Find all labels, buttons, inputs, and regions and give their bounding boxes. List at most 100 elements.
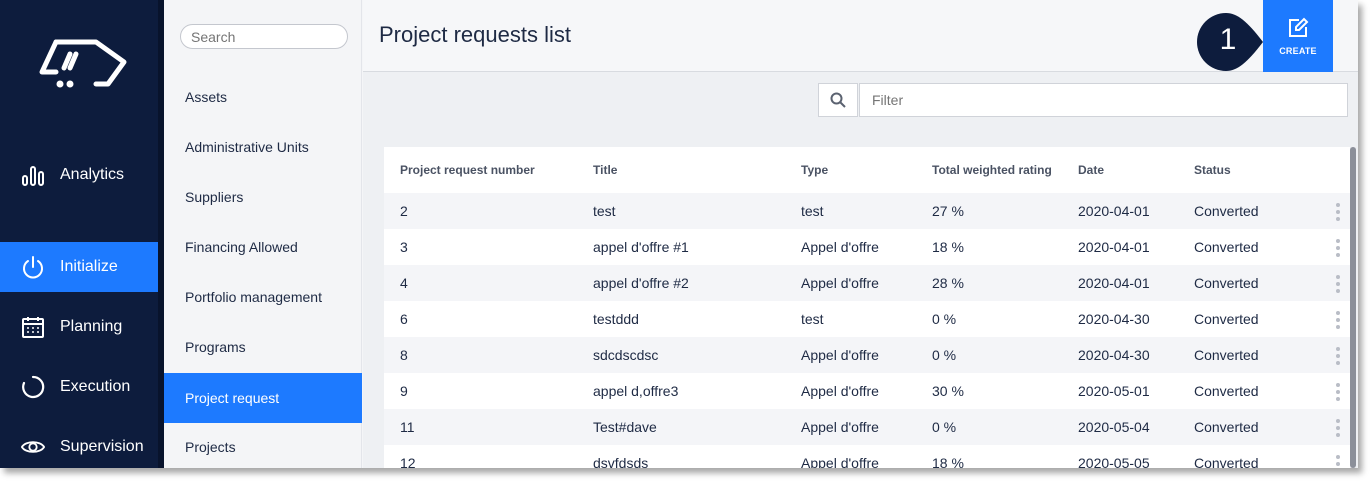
row-menu-icon[interactable] [1334,203,1342,221]
cell-date: 2020-04-01 [1078,203,1150,219]
row-menu-icon[interactable] [1334,311,1342,329]
cell-date: 2020-05-05 [1078,455,1150,468]
column-header-rating[interactable]: Total weighted rating [932,163,1052,177]
filter-search-button[interactable] [818,83,858,117]
power-icon [21,255,45,279]
cell-title: sdcdscdsc [593,347,659,363]
submenu-item-suppliers[interactable]: Suppliers [164,172,362,222]
filter-input[interactable] [859,83,1348,117]
cell-status: Converted [1194,347,1259,363]
cell-rating: 27 % [932,203,964,219]
cell-type: Appel d'offre [801,383,879,399]
table-header: Project request number Title Type Total … [384,147,1350,193]
submenu-item-project-request[interactable]: Project request [164,373,362,423]
page-header: Project requests list 1 CREATE [363,0,1358,72]
nav-item-initialize[interactable]: Initialize [0,242,158,292]
cell-number: 8 [400,347,408,363]
nav-item-supervision[interactable]: Supervision [0,422,158,468]
column-header-title[interactable]: Title [593,163,617,177]
cell-title: Test#dave [593,419,657,435]
scrollbar-thumb[interactable] [1350,147,1356,468]
cell-title: test [593,203,616,219]
cell-date: 2020-04-30 [1078,311,1150,327]
cell-number: 6 [400,311,408,327]
table-row[interactable]: 6 testddd test 0 % 2020-04-30 Converted [384,301,1350,337]
cell-date: 2020-05-04 [1078,419,1150,435]
nav-item-analytics[interactable]: Analytics [0,150,158,200]
cell-rating: 0 % [932,347,957,363]
nav-item-label: Planning [60,318,123,335]
row-menu-icon[interactable] [1334,239,1342,257]
nav-item-label: Analytics [60,166,125,183]
cell-date: 2020-04-30 [1078,347,1150,363]
table-row[interactable]: 2 test test 27 % 2020-04-01 Converted [384,193,1350,229]
calendar-icon [21,315,45,339]
table-row[interactable]: 4 appel d'offre #2 Appel d'offre 28 % 2020-0… [384,265,1350,301]
table-row[interactable]: 8 sdcdscdsc Appel d'offre 0 % 2020-04-30 Conv… [384,337,1350,373]
cell-type: Appel d'offre [801,419,879,435]
cell-date: 2020-04-01 [1078,275,1150,291]
submenu-item-portfolio-management[interactable]: Portfolio management [164,272,362,322]
nav-item-label: Execution [60,378,131,395]
cell-status: Converted [1194,203,1259,219]
main-nav: Analytics Initialize Planning Execution … [0,0,158,468]
submenu-item-programs[interactable]: Programs [164,322,362,372]
cell-type: test [801,203,824,219]
cell-type: Appel d'offre [801,347,879,363]
eye-icon [21,435,45,459]
column-header-type[interactable]: Type [801,163,828,177]
nav-item-label: Initialize [60,258,118,275]
nav-item-execution[interactable]: Execution [0,362,158,412]
cell-number: 9 [400,383,408,399]
nav-item-planning[interactable]: Planning [0,302,158,352]
cell-rating: 18 % [932,239,964,255]
column-header-status[interactable]: Status [1194,163,1231,177]
vertical-scrollbar[interactable] [1350,147,1356,468]
cell-rating: 0 % [932,419,957,435]
submenu-item-administrative-units[interactable]: Administrative Units [164,122,362,172]
cell-status: Converted [1194,311,1259,327]
search-input[interactable] [180,24,348,49]
table-row[interactable]: 9 appel d,offre3 Appel d'offre 30 % 2020-05-… [384,373,1350,409]
cell-number: 4 [400,275,408,291]
cell-date: 2020-05-01 [1078,383,1150,399]
cell-status: Converted [1194,455,1259,468]
cell-rating: 28 % [932,275,964,291]
main-content: Project requests list 1 CREATE Filter Pr… [363,0,1358,468]
cell-type: test [801,311,824,327]
table-row[interactable]: 11 Test#dave Appel d'offre 0 % 2020-05-04 Con… [384,409,1350,445]
cell-title: dsvfdsds [593,455,649,468]
cell-title: appel d,offre3 [593,383,679,399]
search-icon [830,92,846,108]
row-menu-icon[interactable] [1334,455,1342,468]
create-button-label: CREATE [1279,45,1317,56]
cell-rating: 0 % [932,311,957,327]
column-header-date[interactable]: Date [1078,163,1104,177]
row-menu-icon[interactable] [1334,275,1342,293]
sub-menu: Assets Administrative Units Suppliers Fi… [164,0,362,468]
cell-type: Appel d'offre [801,455,879,468]
project-requests-table: Project request number Title Type Total … [384,147,1350,468]
row-menu-icon[interactable] [1334,347,1342,365]
table-row[interactable]: 3 appel d'offre #1 Appel d'offre 18 % 2020-0… [384,229,1350,265]
nav-item-label: Supervision [60,438,144,455]
cell-number: 11 [400,419,415,435]
cell-title: appel d'offre #1 [593,239,689,255]
cell-date: 2020-04-01 [1078,239,1150,255]
row-menu-icon[interactable] [1334,419,1342,437]
table-row[interactable]: 12 dsvfdsds Appel d'offre 18 % 2020-05-05 Con… [384,445,1350,468]
progress-circle-icon [21,375,45,399]
cell-number: 3 [400,239,408,255]
cell-status: Converted [1194,275,1259,291]
submenu-item-assets[interactable]: Assets [164,72,362,122]
row-menu-icon[interactable] [1334,383,1342,401]
cell-type: Appel d'offre [801,239,879,255]
edit-icon [1289,17,1309,37]
create-button[interactable]: CREATE [1263,0,1333,72]
logo-icon [39,39,127,88]
cell-number: 12 [400,455,416,468]
submenu-item-financing-allowed[interactable]: Financing Allowed [164,222,362,272]
submenu-item-projects[interactable]: Projects [164,422,362,468]
column-header-number[interactable]: Project request number [400,163,535,177]
step-callout-number: 1 [1219,23,1237,56]
